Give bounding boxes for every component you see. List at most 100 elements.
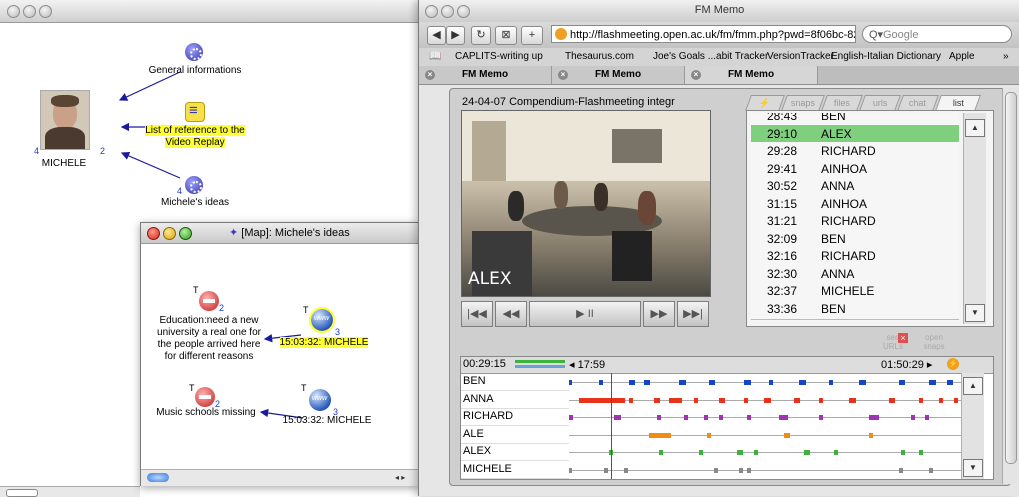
map-node-icon[interactable] <box>185 176 203 194</box>
speech-segment[interactable] <box>629 397 633 403</box>
play-pause-icon[interactable]: ▶ II <box>529 301 641 327</box>
add-bookmark-icon[interactable]: + <box>521 26 543 45</box>
close-icon[interactable]: × <box>898 333 908 343</box>
bookmark-item[interactable]: Apple <box>949 51 975 62</box>
skip-end-icon[interactable]: ▶▶| <box>677 301 709 327</box>
speech-segment[interactable] <box>657 415 661 420</box>
browser-tab[interactable]: × FM Memo <box>419 66 552 84</box>
timeline-track[interactable] <box>569 434 961 436</box>
speech-segment[interactable] <box>804 450 810 455</box>
speech-segment[interactable] <box>899 380 905 385</box>
close-button[interactable] <box>147 227 160 240</box>
speech-segment[interactable] <box>707 432 711 438</box>
bookmark-item[interactable]: CAPLITS-writing up <box>455 51 543 62</box>
timeline-track[interactable] <box>569 417 961 418</box>
minimize-button[interactable] <box>163 227 176 240</box>
speech-segment[interactable] <box>654 397 660 403</box>
speech-segment[interactable] <box>859 380 866 385</box>
scroll-thumb[interactable] <box>147 473 169 482</box>
speech-segment[interactable] <box>744 380 751 385</box>
node-education-label[interactable]: Education:need a new university a real o… <box>147 315 271 363</box>
speech-segment[interactable] <box>694 397 698 403</box>
con-node-icon[interactable] <box>199 291 219 311</box>
speech-segment[interactable] <box>719 415 723 420</box>
rewind-icon[interactable]: ◀◀ <box>495 301 527 327</box>
speech-segment[interactable] <box>747 415 751 420</box>
timeline-scrollbar[interactable]: ▲ ▼ <box>961 373 984 479</box>
bookmark-item[interactable]: VersionTracker <box>767 51 834 62</box>
open-snaps-button[interactable]: open snaps <box>916 333 952 351</box>
speech-segment[interactable] <box>901 450 905 455</box>
michele-avatar[interactable] <box>40 90 90 150</box>
speech-segment[interactable] <box>819 397 823 403</box>
speech-segment[interactable] <box>659 450 663 455</box>
node-reference-label[interactable]: List of reference to the Video Replay <box>140 125 250 149</box>
speech-segment[interactable] <box>869 432 873 438</box>
fast-forward-icon[interactable]: ▶▶ <box>643 301 675 327</box>
speech-segment[interactable] <box>649 432 671 438</box>
scroll-up-icon[interactable]: ▲ <box>963 377 983 395</box>
speech-segment[interactable] <box>779 415 788 420</box>
speech-segment[interactable] <box>644 380 650 385</box>
speech-segment[interactable] <box>624 467 628 473</box>
close-icon[interactable]: × <box>691 70 701 80</box>
con-node-icon[interactable] <box>195 387 215 407</box>
speech-segment[interactable] <box>604 467 608 473</box>
map-hscroll[interactable]: ◂ ▸ <box>141 469 418 486</box>
close-icon[interactable]: × <box>558 70 568 80</box>
page-scrollbar[interactable] <box>1002 88 1019 484</box>
speech-segment[interactable] <box>614 415 621 420</box>
speech-segment[interactable] <box>929 467 933 473</box>
globe-icon[interactable] <box>309 307 335 333</box>
search-input[interactable]: Q▾ Google <box>862 25 1012 43</box>
speech-segment[interactable] <box>819 415 823 420</box>
speech-segment[interactable] <box>919 397 923 403</box>
speech-segment[interactable] <box>899 467 903 473</box>
browser-tab[interactable]: × FM Memo <box>552 66 685 84</box>
bookmarks-more[interactable]: » <box>1003 51 1009 62</box>
speech-segment[interactable] <box>739 467 743 473</box>
scroll-down-icon[interactable]: ▼ <box>963 459 983 477</box>
node-link2-label[interactable]: 15:03:32: MICHELE <box>277 415 377 427</box>
node-michele-label[interactable]: MICHELE <box>34 158 94 170</box>
speech-segment[interactable] <box>569 380 572 385</box>
bookmark-item[interactable]: Thesaurus.com <box>565 51 634 62</box>
url-field[interactable]: http://flashmeeting.open.ac.uk/fm/fmm.ph… <box>551 25 856 43</box>
speech-segment[interactable] <box>754 450 758 455</box>
globe-icon[interactable] <box>309 389 331 411</box>
tab-list[interactable]: list <box>935 95 981 111</box>
map-node-icon[interactable] <box>185 43 203 61</box>
scroll-arrows[interactable]: ◂ ▸ <box>395 473 405 482</box>
speech-segment[interactable] <box>679 380 686 385</box>
scroll-up-icon[interactable]: ▲ <box>965 119 985 137</box>
bookmark-item[interactable]: Joe's Goals ...abit Tracker <box>653 51 768 62</box>
speech-segment[interactable] <box>829 380 833 385</box>
playhead[interactable] <box>611 373 612 479</box>
bookmark-item[interactable]: English-Italian Dictionary <box>831 51 941 62</box>
speech-segment[interactable] <box>764 397 771 403</box>
speech-segment[interactable] <box>629 380 635 385</box>
speech-segment[interactable] <box>614 397 620 403</box>
back-icon[interactable]: ◀ <box>427 26 446 45</box>
tab-files[interactable]: files <box>821 95 863 111</box>
node-ideas-label[interactable]: Michele's ideas <box>140 197 250 209</box>
speech-segment[interactable] <box>794 397 800 403</box>
speech-segment[interactable] <box>737 450 743 455</box>
speech-segment[interactable] <box>747 467 751 473</box>
speech-segment[interactable] <box>684 415 688 420</box>
tab-urls[interactable]: urls <box>859 95 901 111</box>
speech-segment[interactable] <box>889 397 895 403</box>
speech-segment[interactable] <box>669 397 682 403</box>
reload-icon[interactable]: ↻ <box>471 26 491 45</box>
speaker-list-item[interactable]: 33:36 BEN <box>751 299 959 320</box>
browser-tab[interactable]: × FM Memo <box>685 66 818 84</box>
speech-segment[interactable] <box>799 380 806 385</box>
zoom-button[interactable] <box>179 227 192 240</box>
speech-segment[interactable] <box>769 380 773 385</box>
list-node-icon[interactable] <box>185 102 205 122</box>
tab-chat[interactable]: chat <box>897 95 939 111</box>
speech-segment[interactable] <box>704 415 708 420</box>
close-icon[interactable]: × <box>425 70 435 80</box>
speech-segment[interactable] <box>784 432 790 438</box>
speech-segment[interactable] <box>699 450 703 455</box>
